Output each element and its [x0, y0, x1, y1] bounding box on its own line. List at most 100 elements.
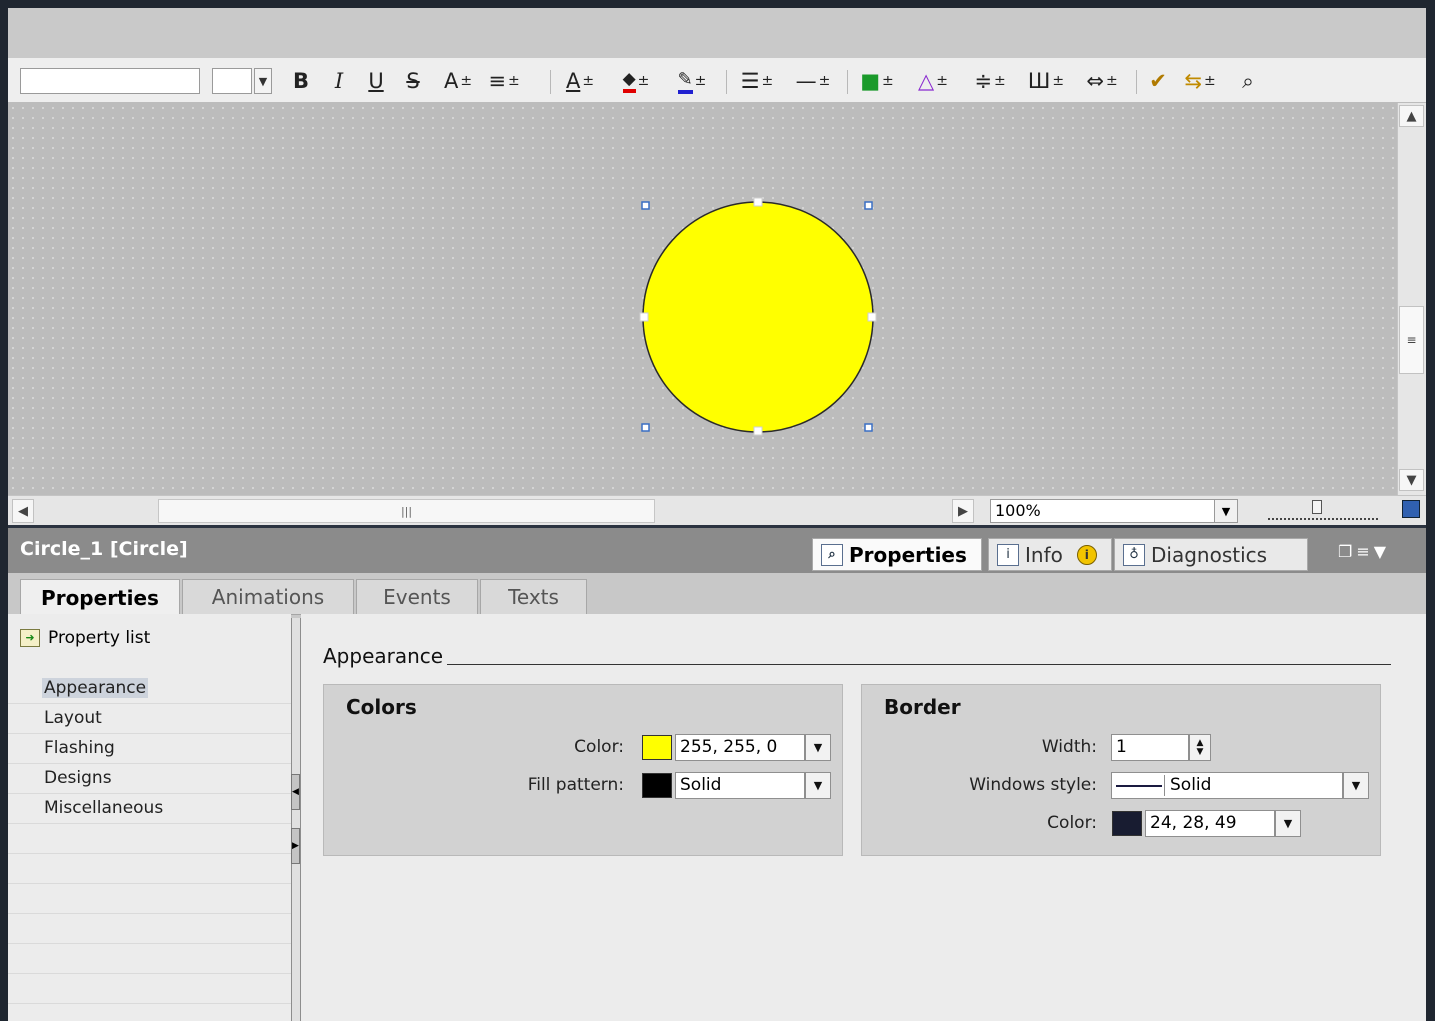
scroll-right-button[interactable]: ▶ — [952, 499, 974, 523]
fill-color-button[interactable]: ◆ ± — [614, 66, 658, 96]
color-value-field[interactable]: 255, 255, 0 — [675, 734, 805, 761]
section-title: Appearance — [323, 644, 444, 668]
subtab-animations[interactable]: Animations — [182, 579, 354, 614]
nav-item-flashing[interactable]: Flashing — [8, 734, 291, 764]
resize-handle[interactable] — [641, 423, 650, 432]
font-size-input[interactable] — [212, 68, 252, 94]
fill-pattern-field[interactable]: Solid — [675, 772, 805, 799]
italic-button[interactable]: I — [328, 66, 350, 96]
nav-empty-row — [8, 824, 291, 854]
text-align-button[interactable]: ≡ ± — [484, 66, 524, 96]
chevron-up-icon: ▲ — [1406, 108, 1417, 124]
section-divider — [447, 664, 1391, 665]
border-color-dropdown-button[interactable]: ▼ — [1275, 810, 1301, 837]
scroll-down-button[interactable]: ▼ — [1399, 469, 1424, 491]
windows-style-dropdown-button[interactable]: ▼ — [1343, 772, 1369, 799]
navigation-overview-icon[interactable] — [1402, 500, 1420, 518]
font-name-input[interactable] — [20, 68, 200, 94]
nav-item-layout[interactable]: Layout — [8, 704, 291, 734]
border-width-spinner[interactable]: ▲ ▼ — [1189, 734, 1211, 761]
border-width-field[interactable]: 1 — [1111, 734, 1189, 761]
chevron-down-icon: ▼ — [1283, 817, 1293, 830]
pen-color-icon: ✎ — [677, 69, 693, 94]
property-list-pane: ➜ Property list Appearance Layout Flashi… — [8, 614, 291, 1021]
resize-handle[interactable] — [641, 201, 650, 210]
resize-handle[interactable] — [753, 197, 763, 207]
restore-icon[interactable]: ❐ — [1338, 542, 1356, 561]
resize-handle[interactable] — [639, 312, 649, 322]
scroll-left-button[interactable]: ◀ — [12, 499, 34, 523]
tab-info[interactable]: i Info i — [988, 538, 1112, 571]
font-size-increase-button[interactable]: A ± — [438, 66, 478, 96]
toolbar-separator — [1136, 70, 1137, 94]
object-position-button[interactable]: ■ ± — [855, 66, 899, 96]
app-window: ▼ B I U S A ± ≡ ± A ± ◆ ± ✎ ± ☰ ± — ± ■ ± △ ± ≑ ± … — [8, 8, 1426, 1021]
inspector-header: Circle_1 [Circle] ⌕ Properties i Info i ♁ D… — [8, 525, 1426, 573]
line-color-button[interactable]: ✎ ± — [670, 66, 714, 96]
subtab-texts[interactable]: Texts — [480, 579, 587, 614]
zoom-slider-thumb[interactable] — [1312, 500, 1322, 514]
same-size-icon: ⇔ — [1086, 69, 1104, 93]
subtab-properties[interactable]: Properties — [20, 579, 180, 615]
format-painter-button[interactable]: ✔ — [1144, 66, 1172, 96]
colors-group: Colors Color: 255, 255, 0 ▼ Fill pattern… — [323, 684, 843, 856]
horizontal-scrollbar[interactable]: ◀ ||| ▶ — [8, 495, 976, 525]
menu-icon[interactable]: ≡ — [1356, 542, 1373, 561]
color-swatch[interactable] — [642, 735, 672, 760]
windows-style-field[interactable]: Solid — [1111, 772, 1343, 799]
nav-item-miscellaneous[interactable]: Miscellaneous — [8, 794, 291, 824]
property-list-header[interactable]: ➜ Property list — [20, 628, 150, 648]
nav-item-designs[interactable]: Designs — [8, 764, 291, 794]
resize-handle[interactable] — [867, 312, 877, 322]
collapse-left-icon[interactable]: ◀ — [291, 774, 300, 810]
rotate-icon: △ — [918, 69, 935, 93]
border-group-title: Border — [884, 695, 961, 719]
fill-pattern-label: Fill pattern: — [527, 775, 624, 795]
collapse-icon[interactable]: ▼ — [1374, 542, 1390, 561]
expand-right-icon[interactable]: ▶ — [291, 828, 300, 864]
resize-handle[interactable] — [864, 201, 873, 210]
align-objects-icon: ≑ — [974, 69, 992, 93]
color-dropdown-button[interactable]: ▼ — [805, 734, 831, 761]
same-size-button[interactable]: ⇔ ± — [1080, 66, 1124, 96]
vertical-scroll-thumb[interactable]: ≡ — [1399, 306, 1424, 374]
nav-item-appearance[interactable]: Appearance — [8, 674, 291, 704]
scroll-up-button[interactable]: ▲ — [1399, 105, 1424, 127]
layers-icon: ⇆ — [1184, 69, 1202, 93]
zoom-slider[interactable] — [1268, 500, 1378, 520]
layer-button[interactable]: ⇆ ± — [1178, 66, 1222, 96]
horizontal-scroll-thumb[interactable]: ||| — [158, 499, 655, 523]
font-size-dropdown-button[interactable]: ▼ — [254, 68, 272, 94]
underline-button[interactable]: U — [365, 66, 387, 96]
align-text-icon: ≡ — [488, 69, 506, 93]
strikethrough-button[interactable]: S — [402, 66, 424, 96]
resize-handle[interactable] — [864, 423, 873, 432]
line-width-button[interactable]: ☰ ± — [735, 66, 779, 96]
vertical-scrollbar[interactable]: ▲ ≡ ▼ — [1397, 103, 1426, 495]
pane-splitter[interactable]: ◀ ▶ — [291, 618, 301, 1021]
border-color-field[interactable]: 24, 28, 49 — [1145, 810, 1275, 837]
align-button[interactable]: ≑ ± — [968, 66, 1012, 96]
fill-pattern-dropdown-button[interactable]: ▼ — [805, 772, 831, 799]
screen-canvas[interactable] — [8, 103, 1397, 495]
zoom-dropdown-button[interactable]: ▼ — [1214, 499, 1238, 523]
resize-handle[interactable] — [753, 426, 763, 436]
font-color-button[interactable]: A ± — [558, 66, 602, 96]
subtab-events[interactable]: Events — [356, 579, 478, 614]
chevron-down-icon: ▼ — [813, 779, 823, 792]
zoom-selection-button[interactable]: ⌕ — [1234, 66, 1262, 96]
property-subtabs: Properties Animations Events Texts — [8, 573, 1426, 615]
nav-item-label: Flashing — [44, 738, 115, 758]
border-color-swatch[interactable] — [1112, 811, 1142, 836]
zoom-input[interactable]: 100% — [990, 499, 1238, 523]
bold-button[interactable]: B — [290, 66, 312, 96]
fill-pattern-swatch[interactable] — [642, 773, 672, 798]
distribute-button[interactable]: Ш ± — [1024, 66, 1068, 96]
circle-object[interactable] — [642, 201, 874, 433]
line-style-button[interactable]: — ± — [791, 66, 835, 96]
tab-diagnostics[interactable]: ♁ Diagnostics — [1114, 538, 1308, 571]
rotate-button[interactable]: △ ± — [911, 66, 955, 96]
spin-down-icon[interactable]: ▼ — [1197, 747, 1204, 757]
chevron-down-icon: ▼ — [1221, 504, 1231, 518]
tab-properties[interactable]: ⌕ Properties — [812, 538, 982, 571]
